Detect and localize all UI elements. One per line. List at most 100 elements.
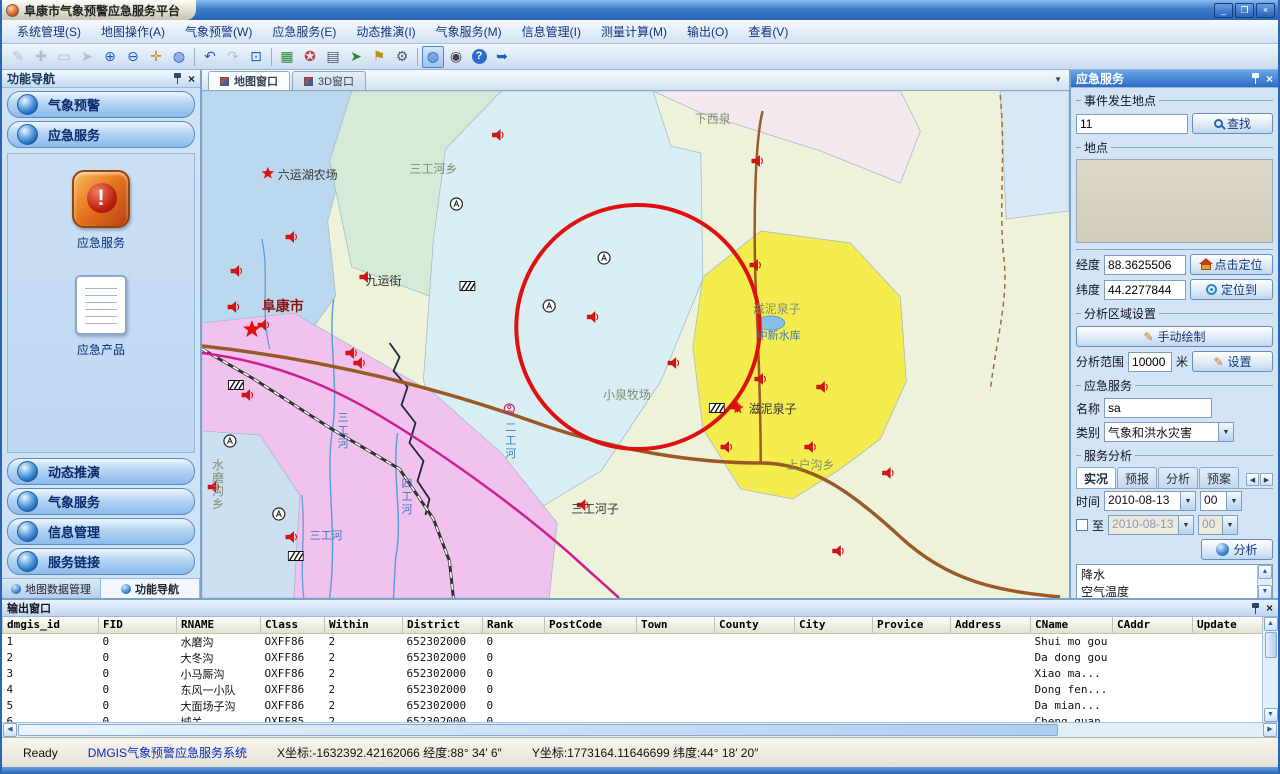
map-svg[interactable]: 六运湖农场三工河乡下西泉阜康市九运街滋泥泉子中新水库小泉牧场滋泥泉子上户沟乡三工… bbox=[202, 91, 1069, 598]
scroll-right-icon[interactable]: ▶ bbox=[1263, 723, 1277, 737]
click-locate-button[interactable]: 点击定位 bbox=[1190, 254, 1273, 275]
help-tool[interactable]: ? bbox=[468, 46, 490, 68]
chevron-down-icon[interactable]: ▼ bbox=[1178, 516, 1193, 534]
station-marker[interactable] bbox=[450, 198, 462, 210]
close-button[interactable]: × bbox=[1256, 3, 1275, 18]
column-header[interactable]: Rank bbox=[483, 617, 545, 633]
column-header[interactable]: City bbox=[795, 617, 873, 633]
scroll-down-icon[interactable]: ▼ bbox=[1258, 585, 1272, 598]
table-row[interactable]: 60城关OXFF8526523020000Cheng guan bbox=[3, 714, 1263, 723]
service-tab-analysis[interactable]: 分析 bbox=[1158, 467, 1198, 488]
station-marker[interactable] bbox=[273, 508, 285, 520]
menu-item-3[interactable]: 应急服务(E) bbox=[263, 20, 345, 43]
column-header[interactable]: Within bbox=[325, 617, 403, 633]
set-range-button[interactable]: ✎设置 bbox=[1192, 351, 1273, 372]
map-canvas[interactable]: 六运湖农场三工河乡下西泉阜康市九运街滋泥泉子中新水库小泉牧场滋泥泉子上户沟乡三工… bbox=[202, 91, 1069, 598]
service-name-input[interactable] bbox=[1104, 398, 1212, 418]
visibility-tool[interactable]: ◉ bbox=[445, 46, 467, 68]
table-horizontal-scrollbar[interactable]: ◀ ▶ bbox=[2, 722, 1278, 737]
table-vertical-scrollbar[interactable]: ▲ ▼ bbox=[1262, 617, 1278, 722]
scrollbar-thumb[interactable] bbox=[1265, 632, 1277, 658]
close-icon[interactable]: × bbox=[1266, 73, 1273, 85]
column-header[interactable]: dmgis_id bbox=[3, 617, 99, 633]
menu-item-1[interactable]: 地图操作(A) bbox=[92, 20, 174, 43]
print-tool[interactable]: ▤ bbox=[322, 46, 344, 68]
scrollbar-thumb[interactable] bbox=[18, 724, 1058, 736]
measure-flag-tool[interactable]: ⚑ bbox=[368, 46, 390, 68]
table-row[interactable]: 30小马厮沟OXFF8626523020000Xiao ma... bbox=[3, 666, 1263, 682]
station-marker[interactable] bbox=[598, 252, 610, 264]
nav-button-service-links[interactable]: 服务链接 bbox=[7, 548, 195, 575]
station-marker[interactable] bbox=[543, 300, 555, 312]
nav-button-dynamic-deduction[interactable]: 动态推演 bbox=[7, 458, 195, 485]
map-tab-map-window[interactable]: 地图窗口 bbox=[208, 71, 290, 90]
time-date-select[interactable]: 2010-08-13 ▼ bbox=[1104, 491, 1196, 511]
menu-item-0[interactable]: 系统管理(S) bbox=[8, 20, 90, 43]
service-type-select[interactable]: 气象和洪水灾害 ▼ bbox=[1104, 422, 1234, 442]
to-date-select[interactable]: 2010-08-13 ▼ bbox=[1108, 515, 1194, 535]
pin-icon[interactable] bbox=[1251, 602, 1260, 615]
column-header[interactable]: District bbox=[403, 617, 483, 633]
find-button[interactable]: 查找 bbox=[1192, 113, 1273, 134]
service-tab-plan[interactable]: 预案 bbox=[1199, 467, 1239, 488]
column-header[interactable]: FID bbox=[99, 617, 177, 633]
menu-item-9[interactable]: 查看(V) bbox=[739, 20, 797, 43]
column-header[interactable]: PostCode bbox=[545, 617, 637, 633]
flag-marker[interactable] bbox=[288, 552, 303, 561]
service-tab-forecast[interactable]: 预报 bbox=[1117, 467, 1157, 488]
column-header[interactable]: CName bbox=[1031, 617, 1113, 633]
maximize-button[interactable]: ❐ bbox=[1235, 3, 1254, 18]
globe-select-tool[interactable]: ◍ bbox=[422, 46, 444, 68]
flag-marker[interactable] bbox=[460, 282, 475, 291]
chevron-down-icon[interactable]: ▼ bbox=[1218, 423, 1233, 441]
close-icon[interactable]: × bbox=[1266, 602, 1273, 614]
column-header[interactable]: Update bbox=[1193, 617, 1263, 633]
map-tab-list-dropdown-icon[interactable]: ▼ bbox=[1054, 75, 1062, 84]
pin-icon[interactable] bbox=[1251, 72, 1260, 85]
menu-item-8[interactable]: 输出(O) bbox=[678, 20, 737, 43]
minimize-button[interactable]: _ bbox=[1214, 3, 1233, 18]
list-item[interactable]: 降水 bbox=[1079, 566, 1255, 583]
menu-item-7[interactable]: 测量计算(M) bbox=[592, 20, 676, 43]
zoom-in-tool[interactable]: ⊕ bbox=[99, 46, 121, 68]
nav-button-weather-warning[interactable]: 气象预警 bbox=[7, 91, 195, 118]
scroll-left-icon[interactable]: ◀ bbox=[3, 723, 17, 737]
column-header[interactable]: Provice bbox=[873, 617, 951, 633]
place-list[interactable] bbox=[1076, 159, 1273, 243]
to-checkbox[interactable] bbox=[1076, 519, 1088, 531]
close-icon[interactable]: × bbox=[188, 73, 195, 85]
service-tab-live[interactable]: 实况 bbox=[1076, 467, 1116, 488]
chevron-down-icon[interactable]: ▼ bbox=[1180, 492, 1195, 510]
pin-icon[interactable] bbox=[173, 72, 182, 85]
analysis-range-input[interactable] bbox=[1128, 352, 1172, 372]
station-marker[interactable] bbox=[224, 435, 236, 447]
analyze-button[interactable]: 分析 bbox=[1201, 539, 1273, 560]
column-header[interactable]: Class bbox=[261, 617, 325, 633]
nav-button-emergency-service[interactable]: 应急服务 bbox=[7, 121, 195, 148]
tab-scroll-left-icon[interactable]: ◀ bbox=[1246, 473, 1259, 486]
time-hour-select[interactable]: 00 ▼ bbox=[1200, 491, 1242, 511]
left-tab-map-data-management[interactable]: 地图数据管理 bbox=[2, 579, 101, 598]
chevron-down-icon[interactable]: ▼ bbox=[1226, 492, 1241, 510]
left-tab-function-navigation[interactable]: 功能导航 bbox=[101, 579, 200, 598]
flag-marker[interactable] bbox=[709, 404, 724, 413]
longitude-input[interactable] bbox=[1104, 255, 1186, 275]
scroll-down-icon[interactable]: ▼ bbox=[1264, 708, 1278, 722]
table-row[interactable]: 40东风一小队OXFF8626523020000Dong fen... bbox=[3, 682, 1263, 698]
menu-item-2[interactable]: 气象预警(W) bbox=[176, 20, 261, 43]
column-header[interactable]: RNAME bbox=[177, 617, 261, 633]
previous-extent-tool[interactable]: ↶ bbox=[199, 46, 221, 68]
column-header[interactable]: County bbox=[715, 617, 795, 633]
chevron-down-icon[interactable]: ▼ bbox=[1222, 516, 1237, 534]
element-listbox[interactable]: 降水空气温度 ▲ ▼ bbox=[1076, 564, 1273, 598]
list-item[interactable]: 空气温度 bbox=[1079, 583, 1255, 598]
zoom-to-selection-tool[interactable]: ⊡ bbox=[245, 46, 267, 68]
to-hour-select[interactable]: 00 ▼ bbox=[1198, 515, 1238, 535]
column-header[interactable]: Town bbox=[637, 617, 715, 633]
pan-tool[interactable]: ✛ bbox=[145, 46, 167, 68]
table-row[interactable]: 10水磨沟OXFF8626523020000Shui mo gou bbox=[3, 633, 1263, 650]
menu-item-4[interactable]: 动态推演(I) bbox=[347, 20, 424, 43]
event-location-input[interactable] bbox=[1076, 114, 1188, 134]
latitude-input[interactable] bbox=[1104, 280, 1186, 300]
table-row[interactable]: 50大面场子沟OXFF8626523020000Da mian... bbox=[3, 698, 1263, 714]
